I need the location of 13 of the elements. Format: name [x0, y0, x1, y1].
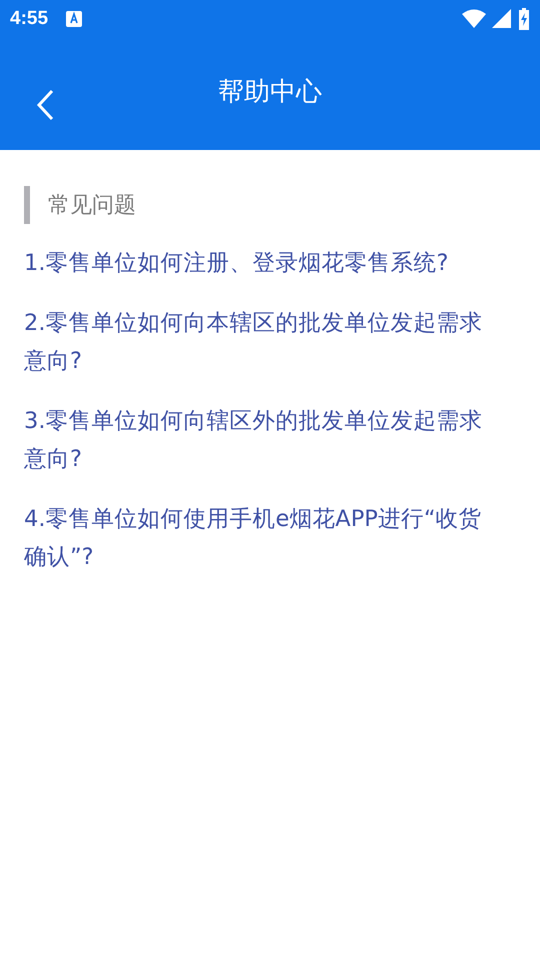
wifi-icon: [462, 9, 486, 29]
section-marker: [24, 186, 30, 224]
battery-icon: [518, 8, 530, 30]
question-link[interactable]: 2.零售单位如何向本辖区的批发单位发起需求意向?: [24, 304, 516, 380]
question-link[interactable]: 4.零售单位如何使用手机e烟花APP进行“收货确认”?: [24, 500, 516, 576]
back-icon: [36, 89, 54, 121]
status-time: 4:55: [10, 8, 48, 30]
question-link[interactable]: 1.零售单位如何注册、登录烟花零售系统?: [24, 244, 516, 282]
signal-icon: [492, 9, 512, 29]
keyboard-notification-icon: [66, 11, 82, 27]
section-title: 常见问题: [48, 192, 136, 220]
question-link[interactable]: 3.零售单位如何向辖区外的批发单位发起需求意向?: [24, 402, 516, 478]
page-title: 帮助中心: [218, 77, 322, 107]
